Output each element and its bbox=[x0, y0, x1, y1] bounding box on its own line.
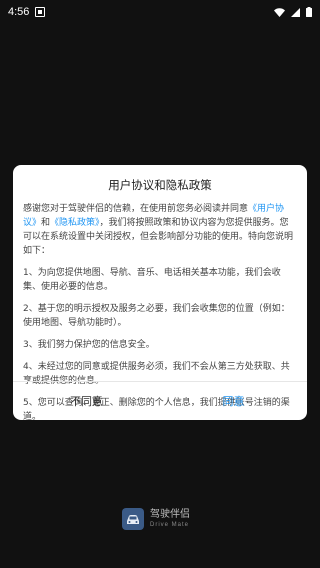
dialog-item-1: 1、为向您提供地图、导航、音乐、电话相关基本功能，我们会收集、使用必要的信息。 bbox=[23, 268, 281, 292]
dialog-footer: 不同意 同意 bbox=[13, 381, 307, 420]
agree-button[interactable]: 同意 bbox=[160, 382, 307, 420]
brand-subtitle: Drive Mate bbox=[150, 522, 190, 528]
status-bar-right bbox=[274, 7, 312, 17]
wifi-icon bbox=[274, 7, 285, 17]
brand-name: 驾驶伴侣 bbox=[150, 509, 190, 520]
status-bar-left: 4:56 bbox=[8, 6, 46, 18]
brand-text: 驾驶伴侣 Drive Mate bbox=[150, 509, 190, 529]
dialog-item-2: 2、基于您的明示授权及服务之必要，我们会收集您的位置（例如：使用地图、导航功能时… bbox=[23, 304, 290, 328]
status-bar: 4:56 bbox=[0, 0, 320, 24]
intro-and: 和 bbox=[41, 218, 51, 228]
intro-prefix: 感谢您对于驾驶伴侣的信赖，在使用前您务必阅读并同意 bbox=[23, 204, 249, 214]
dialog-title: 用户协议和隐私政策 bbox=[108, 178, 212, 192]
status-time: 4:56 bbox=[8, 6, 30, 18]
notification-icon bbox=[35, 7, 46, 17]
disagree-button[interactable]: 不同意 bbox=[13, 382, 160, 420]
battery-icon bbox=[306, 7, 312, 17]
privacy-dialog: 用户协议和隐私政策 感谢您对于驾驶伴侣的信赖，在使用前您务必阅读并同意《用户协议… bbox=[13, 165, 307, 420]
privacy-policy-link[interactable]: 《隐私政策》 bbox=[50, 218, 100, 228]
dialog-item-3: 3、我们努力保护您的信息安全。 bbox=[23, 340, 155, 350]
drive-mate-logo-icon bbox=[122, 508, 144, 530]
signal-icon bbox=[291, 7, 300, 17]
brand: 驾驶伴侣 Drive Mate bbox=[122, 508, 190, 530]
dialog-intro: 感谢您对于驾驶伴侣的信赖，在使用前您务必阅读并同意《用户协议》和《隐私政策》，我… bbox=[23, 202, 297, 258]
